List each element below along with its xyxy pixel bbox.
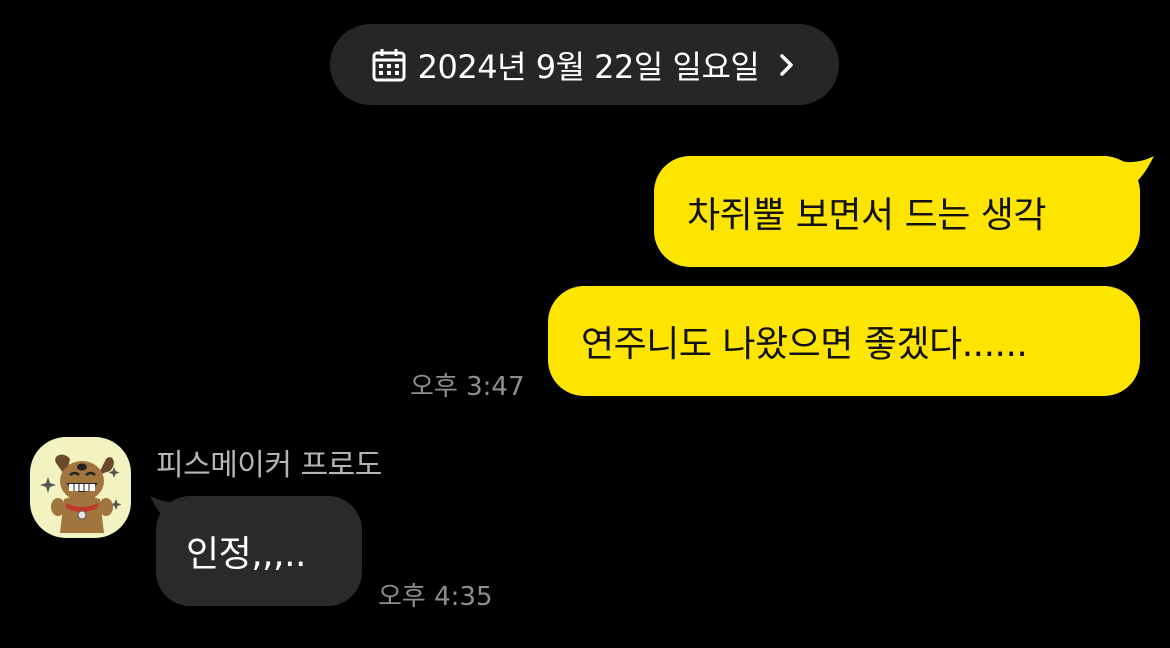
message-text: 차쥐뿔 보면서 드는 생각 — [687, 194, 1047, 236]
dog-character-icon — [40, 454, 122, 533]
message-text: 연주니도 나왔으면 좋겠다...... — [581, 324, 1028, 365]
avatar[interactable] — [30, 437, 131, 538]
chevron-right-icon — [777, 50, 797, 80]
date-label: 2024년 9월 22일 일요일 — [417, 47, 760, 86]
my-message-bubble[interactable]: 연주니도 나왔으면 좋겠다...... — [548, 286, 1140, 396]
message-text: 인정,,,.. — [186, 534, 306, 575]
date-divider[interactable]: 2024년 9월 22일 일요일 — [330, 24, 839, 105]
their-message-bubble[interactable]: 인정,,,.. — [156, 496, 362, 606]
message-time: 오후 3:47 — [410, 372, 525, 402]
my-message-bubble[interactable]: 차쥐뿔 보면서 드는 생각 — [654, 156, 1140, 267]
calendar-icon — [372, 48, 406, 82]
sender-name: 피스메이커 프로도 — [156, 448, 382, 483]
message-time: 오후 4:35 — [378, 582, 493, 612]
